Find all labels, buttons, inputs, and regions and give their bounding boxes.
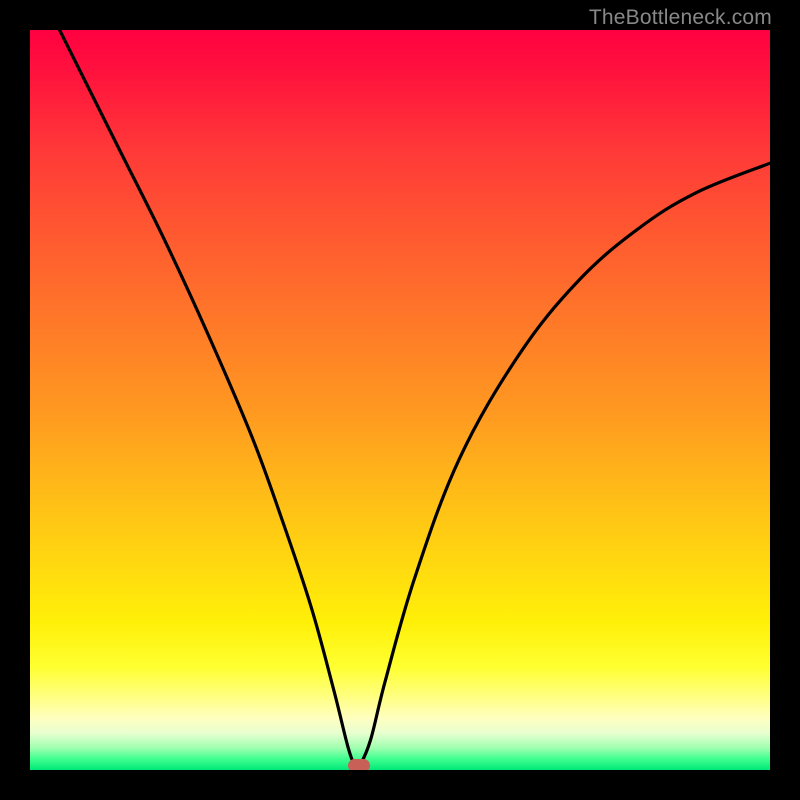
chart-frame: TheBottleneck.com: [0, 0, 800, 800]
bottleneck-curve: [30, 30, 770, 769]
plot-area: [30, 30, 770, 770]
minimum-marker: [348, 759, 370, 770]
curve-layer: [30, 30, 770, 770]
watermark-text: TheBottleneck.com: [589, 6, 772, 30]
